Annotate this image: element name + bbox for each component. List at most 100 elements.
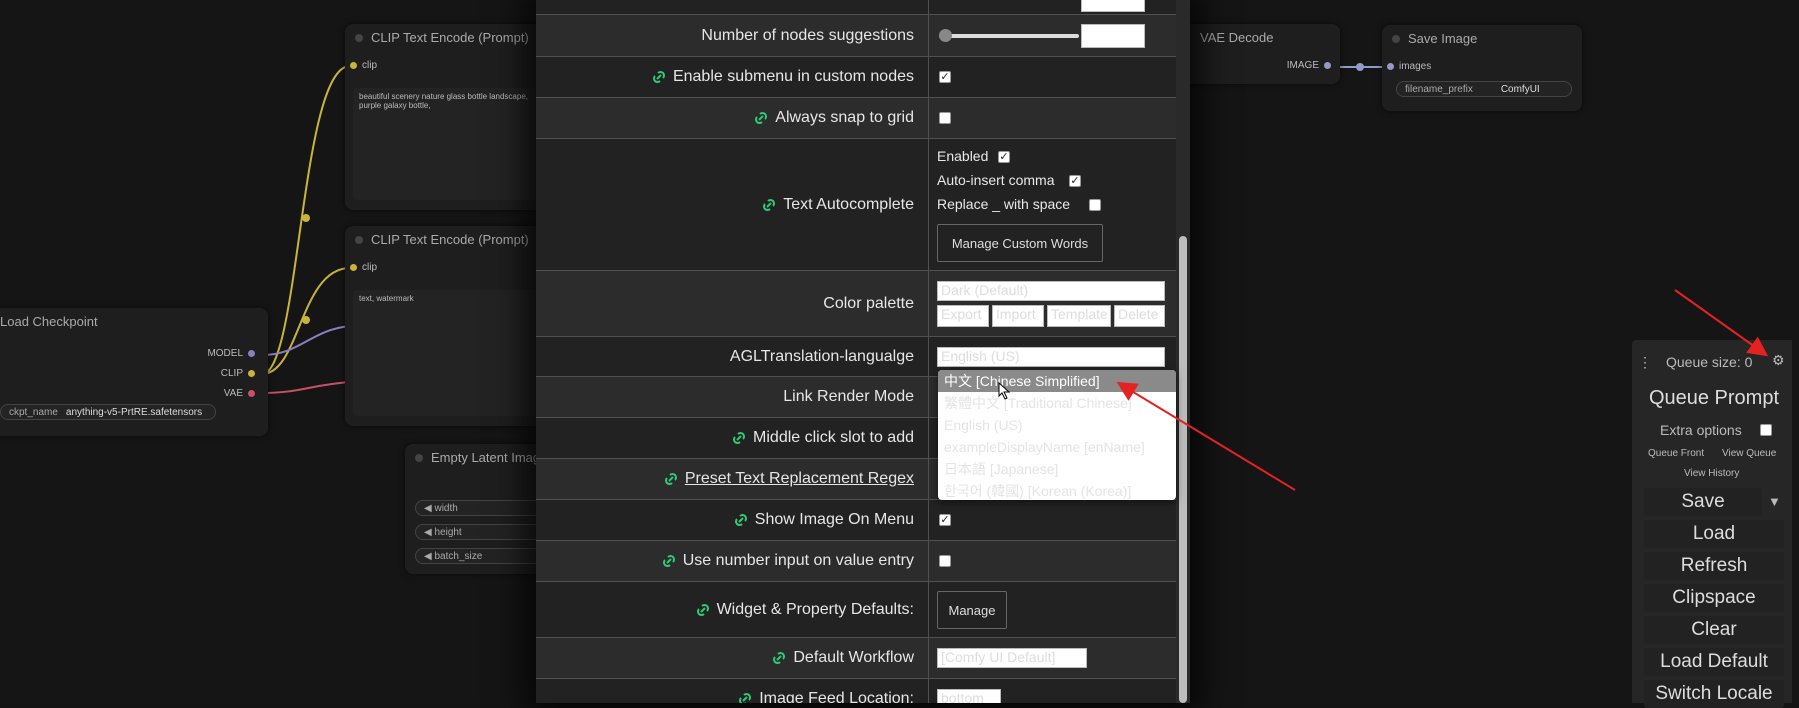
setting-image-feed-location: Image Feed Location: bottom (536, 679, 1176, 703)
palette-delete-button[interactable]: Delete (1114, 305, 1165, 327)
settings-scrollbar-thumb[interactable] (1179, 236, 1187, 703)
clip-text-encode-node-1[interactable]: CLIP Text Encode (Prompt) clip beautiful… (345, 24, 545, 210)
view-history-button[interactable]: View History (1684, 468, 1739, 479)
autocomplete-enabled-checkbox[interactable]: ✓ (998, 151, 1010, 163)
nodes-suggestions-slider[interactable] (939, 34, 1079, 38)
settings-row-top-partial (536, 0, 1176, 15)
save-button[interactable]: Save (1644, 488, 1762, 516)
palette-export-button[interactable]: Export (937, 305, 989, 327)
show-image-checkbox[interactable]: ✓ (939, 514, 951, 526)
refresh-button[interactable]: Refresh (1644, 552, 1784, 580)
setting-enable-submenu: Enable submenu in custom nodes ✓ (536, 57, 1176, 98)
setting-number-of-nodes-suggestions: Number of nodes suggestions (536, 15, 1176, 57)
setting-show-image-on-menu: Show Image On Menu ✓ (536, 500, 1176, 541)
setting-widget-defaults: Widget & Property Defaults: Manage (536, 582, 1176, 638)
autocomplete-enabled-label: Enabled (937, 148, 989, 164)
setting-color-palette: Color palette Dark (Default) Export Impo… (536, 271, 1176, 337)
palette-import-button[interactable]: Import (992, 305, 1044, 327)
mouse-cursor-icon (998, 382, 1011, 400)
link-icon (734, 513, 747, 527)
language-dropdown-list: 中文 [Chinese Simplified] 繁體中文 [Traditiona… (938, 370, 1176, 500)
setting-default-workflow: Default Workflow [Comfy UI Default] (536, 638, 1176, 679)
widget-defaults-manage-button[interactable]: Manage (937, 591, 1007, 629)
dropdown-option-traditional-chinese[interactable]: 繁體中文 [Traditional Chinese] (938, 392, 1176, 414)
queue-size-label: Queue size: 0 (1666, 354, 1753, 370)
node-title: Load Checkpoint (0, 314, 98, 329)
setting-use-number-input: Use number input on value entry (536, 541, 1176, 582)
clip-input-slot[interactable]: clip (345, 60, 377, 71)
default-workflow-select[interactable]: [Comfy UI Default] (937, 648, 1087, 668)
setting-label: AGLTranslation-langualge (536, 337, 929, 376)
agl-language-select[interactable]: English (US) (937, 347, 1165, 367)
link-icon (733, 431, 746, 445)
load-button[interactable]: Load (1644, 520, 1784, 548)
link-icon (763, 198, 776, 211)
dropdown-option-korean[interactable]: 한국어 (韓國) [Korean (Korea)] (938, 480, 1176, 500)
collapse-dot-icon[interactable] (355, 34, 363, 42)
manage-custom-words-button[interactable]: Manage Custom Words (937, 224, 1103, 262)
save-dropdown-chevron-icon[interactable]: ▼ (1768, 494, 1781, 509)
clip-output-slot[interactable]: CLIP (221, 368, 260, 379)
collapse-dot-icon[interactable] (355, 236, 363, 244)
link-icon (773, 651, 786, 665)
prompt-text-area[interactable]: text, watermark (353, 290, 543, 416)
node-title: CLIP Text Encode (Prompt) (345, 226, 545, 254)
image-feed-location-select[interactable]: bottom (937, 689, 1001, 703)
clear-button[interactable]: Clear (1644, 616, 1784, 644)
link-icon (662, 554, 675, 568)
dropdown-option-chinese-simplified[interactable]: 中文 [Chinese Simplified] (938, 370, 1176, 392)
setting-label: Link Render Mode (536, 377, 929, 417)
dropdown-option-example[interactable]: exampleDisplayName [enName] (938, 436, 1176, 458)
images-input-slot[interactable]: images (1382, 61, 1431, 72)
link-icon (664, 472, 677, 486)
load-default-button[interactable]: Load Default (1644, 648, 1784, 676)
view-queue-button[interactable]: View Queue (1722, 448, 1776, 459)
use-number-input-checkbox[interactable] (939, 555, 951, 567)
setting-label: Color palette (536, 271, 929, 336)
enable-submenu-checkbox[interactable]: ✓ (939, 71, 951, 83)
palette-template-button[interactable]: Template (1047, 305, 1111, 327)
clip-text-encode-node-2[interactable]: CLIP Text Encode (Prompt) clip text, wat… (345, 226, 545, 426)
dropdown-option-english[interactable]: English (US) (938, 414, 1176, 436)
ckpt-name-combo[interactable]: ckpt_name anything-v5-PrtRE.safetensors (0, 404, 216, 420)
auto-insert-comma-checkbox[interactable]: ✓ (1069, 175, 1081, 187)
clip-input-slot[interactable]: clip (345, 262, 377, 273)
settings-dialog: Number of nodes suggestions Enable subme… (536, 0, 1190, 703)
settings-gear-icon[interactable]: ⚙ (1772, 352, 1785, 369)
queue-front-button[interactable]: Queue Front (1648, 448, 1704, 459)
filename-prefix-widget[interactable]: filename_prefix ComfyUI (1396, 81, 1572, 97)
image-output-slot[interactable]: IMAGE (1287, 60, 1336, 71)
auto-insert-comma-label: Auto-insert comma (937, 172, 1055, 188)
setting-text-autocomplete: Text Autocomplete Enabled ✓ Auto-insert … (536, 139, 1176, 271)
setting-label: Number of nodes suggestions (536, 15, 929, 56)
node-title: CLIP Text Encode (Prompt) (345, 24, 545, 52)
drag-handle-icon[interactable]: ⋮ (1638, 354, 1652, 371)
switch-locale-button[interactable]: Switch Locale (1644, 680, 1784, 708)
extra-options-label: Extra options (1660, 422, 1742, 438)
queue-panel: ⋮ Queue size: 0 ⚙ Queue Prompt Extra opt… (1632, 340, 1792, 708)
replace-underscore-checkbox[interactable] (1089, 199, 1101, 211)
collapse-dot-icon[interactable] (1392, 35, 1400, 43)
nodes-suggestions-input[interactable] (1081, 24, 1145, 48)
replace-underscore-label: Replace _ with space (937, 196, 1071, 212)
top-partial-input[interactable] (1081, 0, 1145, 12)
slider-thumb[interactable] (939, 29, 952, 42)
link-icon (755, 111, 768, 125)
model-output-slot[interactable]: MODEL (207, 348, 260, 359)
link-icon (739, 692, 752, 703)
always-snap-checkbox[interactable] (939, 112, 951, 124)
link-icon (652, 70, 665, 84)
clipspace-button[interactable]: Clipspace (1644, 584, 1784, 612)
save-image-node[interactable]: Save Image images filename_prefix ComfyUI (1382, 25, 1582, 111)
node-title: Save Image (1382, 25, 1582, 53)
extra-options-checkbox[interactable] (1760, 424, 1772, 436)
collapse-dot-icon[interactable] (415, 454, 423, 462)
vae-output-slot[interactable]: VAE (224, 388, 260, 399)
dropdown-option-japanese[interactable]: 日本語 [Japanese] (938, 458, 1176, 480)
link-icon (696, 603, 709, 616)
color-palette-select[interactable]: Dark (Default) (937, 281, 1165, 301)
load-checkpoint-node[interactable]: Load Checkpoint MODEL CLIP VAE ckpt_name… (0, 308, 268, 436)
prompt-text-area[interactable]: beautiful scenery nature glass bottle la… (353, 88, 543, 200)
queue-prompt-button[interactable]: Queue Prompt (1644, 384, 1784, 412)
setting-always-snap: Always snap to grid (536, 98, 1176, 139)
